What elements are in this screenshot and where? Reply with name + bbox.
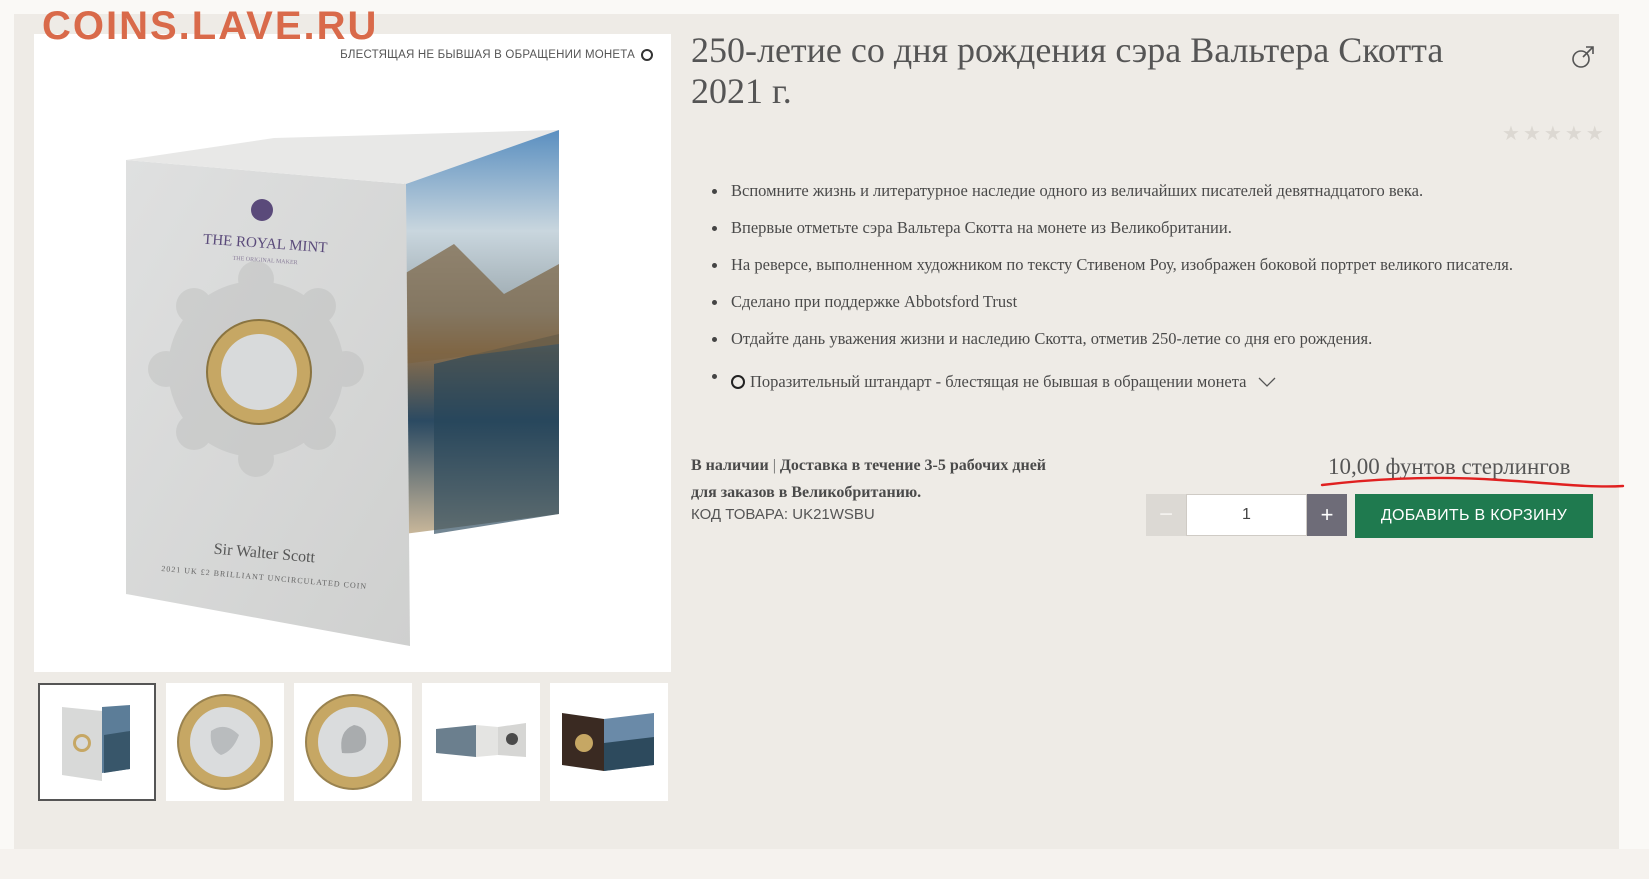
feature-list: Вспомните жизнь и литературное наследие … — [712, 178, 1513, 400]
thumbnail-3[interactable] — [294, 683, 412, 801]
watermark: COINS.LAVE.RU — [42, 4, 379, 48]
quantity-input[interactable] — [1186, 494, 1307, 536]
coin-reverse-thumb — [177, 694, 273, 790]
quantity-decrease-button[interactable]: − — [1146, 494, 1186, 536]
feature-item: Вспомните жизнь и литературное наследие … — [712, 178, 1513, 215]
share-icon[interactable] — [1570, 44, 1596, 70]
thumbnail-1[interactable] — [38, 683, 156, 801]
separator: | — [772, 457, 776, 474]
ring-icon — [731, 374, 745, 389]
packaging-landscape-thumb — [562, 713, 654, 771]
star-icon: ★ — [1502, 121, 1520, 145]
quantity-stepper: − + — [1146, 494, 1347, 536]
add-to-cart-button[interactable]: ДОБАВИТЬ В КОРЗИНУ — [1355, 494, 1593, 538]
feature-item: Сделано при поддержке Abbotsford Trust — [712, 289, 1513, 326]
thumbnail-5[interactable] — [550, 683, 668, 801]
product-title: 250-летие со дня рождения сэра Вальтера … — [691, 30, 1444, 111]
stock-status: В наличии — [691, 457, 769, 474]
feature-item: Впервые отметьте сэра Вальтера Скотта на… — [712, 215, 1513, 252]
footer-strip — [0, 849, 1649, 879]
availability-info: В наличии | Доставка в течение 3-5 рабочих… — [691, 452, 1071, 506]
rating-stars[interactable]: ★ ★ ★ ★ ★ — [1502, 121, 1604, 145]
finish-label: БЛЕСТЯЩАЯ НЕ БЫВШАЯ В ОБРАЩЕНИИ МОНЕТА — [340, 49, 653, 61]
finish-option-label: Поразительный штандарт - блестящая не бы… — [750, 371, 1247, 391]
packaging-front-thumb — [62, 705, 130, 781]
finish-option-dropdown[interactable]: Поразительный штандарт - блестящая не бы… — [712, 363, 1513, 400]
product-main-image[interactable]: THE ROYAL MINT THE ORIGINAL MAKER Sir Wa… — [34, 34, 671, 672]
ring-icon — [641, 49, 653, 61]
feature-item: Отдайте дань уважения жизни и наследию С… — [712, 326, 1513, 363]
star-icon: ★ — [1543, 121, 1562, 145]
finish-label-text: БЛЕСТЯЩАЯ НЕ БЫВШАЯ В ОБРАЩЕНИИ МОНЕТА — [340, 49, 635, 61]
quantity-increase-button[interactable]: + — [1307, 494, 1347, 536]
sku-code: КОД ТОВАРА: UK21WSBU — [691, 506, 875, 523]
thumbnail-strip — [38, 683, 668, 801]
coin-center — [221, 334, 297, 410]
star-icon: ★ — [1564, 121, 1583, 145]
thumbnail-2[interactable] — [166, 683, 284, 801]
star-icon: ★ — [1522, 121, 1541, 145]
thumbnail-4[interactable] — [422, 683, 540, 801]
hand-drawn-underline — [1320, 476, 1625, 488]
chevron-down-icon[interactable] — [1258, 376, 1276, 388]
coin-obverse-thumb — [305, 694, 401, 790]
packaging-open-thumb — [436, 723, 526, 757]
feature-item: На реверсе, выполненном художником по те… — [712, 252, 1513, 289]
star-icon: ★ — [1585, 121, 1604, 145]
product-packaging-illustration: THE ROYAL MINT THE ORIGINAL MAKER Sir Wa… — [126, 130, 559, 646]
